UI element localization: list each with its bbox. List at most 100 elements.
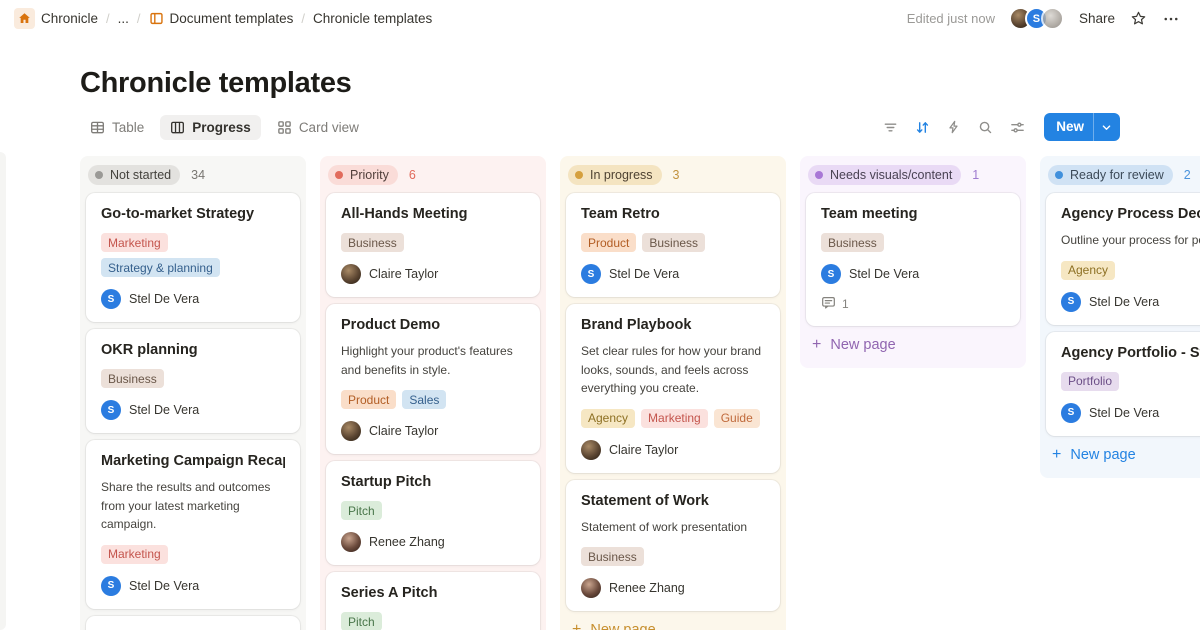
card-team-retro[interactable]: Team RetroProductBusinessSStel De Vera — [566, 193, 780, 297]
assignee-name: Claire Taylor — [369, 424, 438, 438]
plus-icon: + — [812, 337, 821, 353]
tab-card-view[interactable]: Card view — [267, 115, 369, 140]
search-icon[interactable] — [978, 120, 993, 135]
card-tags: Agency — [1061, 261, 1200, 280]
partial-column-edge — [0, 152, 6, 630]
column-header: Needs visuals/content1 — [806, 161, 1020, 193]
card-assignee: SStel De Vera — [1061, 292, 1200, 312]
member-avatars[interactable]: S — [1010, 7, 1064, 30]
column-status-pill[interactable]: Not started — [88, 165, 180, 185]
column-status-label: Not started — [110, 168, 171, 182]
assignee-name: Stel De Vera — [129, 403, 199, 417]
avatar: S — [101, 400, 121, 420]
card-title: Go-to-market Strategy — [101, 206, 285, 222]
board-icon — [170, 120, 185, 135]
new-page-button[interactable]: + New page — [806, 326, 1020, 362]
more-options-icon[interactable] — [1162, 10, 1180, 28]
card-statement-of-work[interactable]: Statement of Work Statement of work prese… — [566, 480, 780, 612]
automation-bolt-icon[interactable] — [947, 120, 961, 134]
new-page-button[interactable]: +New page — [1046, 436, 1200, 472]
tab-table[interactable]: Table — [80, 115, 154, 140]
card-agency-process-deck[interactable]: Agency Process DeckOutline your process … — [1046, 193, 1200, 325]
tag-business: Business — [642, 233, 705, 252]
table-icon — [90, 120, 105, 135]
card-title: Statement of Work — [581, 493, 765, 509]
card-okr-planning[interactable]: OKR planning Business S Stel De Vera — [86, 329, 300, 433]
sort-icon[interactable] — [915, 120, 930, 135]
column-cards: Team RetroProductBusinessSStel De VeraBr… — [566, 193, 780, 611]
card-title: Agency Portfolio - Studio — [1061, 345, 1200, 361]
column-cards: Team meetingBusinessSStel De Vera1 — [806, 193, 1020, 326]
card-title: Team Retro — [581, 206, 765, 222]
tag-agency: Agency — [1061, 261, 1115, 280]
card-title: Startup Pitch — [341, 474, 525, 490]
card-brand-playbook[interactable]: Brand PlaybookSet clear rules for how yo… — [566, 304, 780, 473]
view-tabs: Table Progress Card view — [80, 115, 369, 140]
card-assignee: SStel De Vera — [821, 264, 1005, 284]
card-comments: 1 — [821, 295, 1005, 313]
card-tags: Pitch — [341, 501, 525, 520]
card-project-review[interactable]: Project ReviewBusinessProductSStel De Ve… — [86, 616, 300, 630]
card-tags: Portfolio — [1061, 372, 1200, 391]
card-title: OKR planning — [101, 342, 285, 358]
breadcrumb-label: Chronicle — [41, 11, 98, 26]
kanban-board: Not started34Go-to-market StrategyMarket… — [80, 156, 1200, 630]
tag-product: Product — [581, 233, 636, 252]
avatar: S — [581, 264, 601, 284]
new-button[interactable]: New — [1044, 113, 1120, 141]
card-team-meeting[interactable]: Team meetingBusinessSStel De Vera1 — [806, 193, 1020, 326]
card-go-to-market-strategy[interactable]: Go-to-market StrategyMarketingStrategy &… — [86, 193, 300, 322]
tag-marketing: Marketing — [101, 545, 168, 564]
chevron-down-icon[interactable] — [1093, 113, 1120, 141]
new-page-label: New page — [590, 622, 655, 630]
tag-agency: Agency — [581, 409, 635, 428]
card-all-hands-meeting[interactable]: All-Hands MeetingBusinessClaire Taylor — [326, 193, 540, 297]
card-assignee: SStel De Vera — [101, 289, 285, 309]
filter-icon[interactable] — [883, 120, 898, 135]
breadcrumb-item-workspace[interactable]: Chronicle — [14, 8, 98, 29]
view-settings-icon[interactable] — [1010, 120, 1025, 135]
column-status-pill[interactable]: Needs visuals/content — [808, 165, 961, 185]
breadcrumb-item-ellipsis[interactable]: ... — [118, 11, 129, 26]
board-column-priority: Priority 6 All-Hands MeetingBusinessClaire… — [320, 156, 546, 630]
favorite-star-icon[interactable] — [1130, 10, 1147, 27]
column-count: 2 — [1184, 168, 1191, 182]
breadcrumb-label: Chronicle templates — [313, 11, 432, 26]
card-title: Product Demo — [341, 317, 525, 333]
card-description: Highlight your product's features and be… — [341, 342, 525, 379]
avatar: S — [821, 264, 841, 284]
card-assignee: Renee Zhang — [341, 532, 525, 552]
card-assignee: Claire Taylor — [341, 421, 525, 441]
topbar-right: Edited just now S Share — [907, 7, 1180, 30]
breadcrumb-item-document-templates[interactable]: Document templates — [149, 11, 294, 26]
card-marketing-campaign-recap[interactable]: Marketing Campaign RecapShare the result… — [86, 440, 300, 609]
avatar — [581, 440, 601, 460]
new-page-button[interactable]: + New page — [566, 611, 780, 630]
view-toolbar: New — [883, 113, 1120, 141]
card-description: Statement of work presentation — [581, 518, 765, 537]
tab-progress[interactable]: Progress — [160, 115, 261, 140]
tag-business: Business — [581, 547, 644, 566]
card-assignee: SStel De Vera — [101, 576, 285, 596]
column-count: 6 — [409, 168, 416, 182]
card-startup-pitch[interactable]: Startup Pitch Pitch Renee Zhang — [326, 461, 540, 565]
plus-icon: + — [572, 622, 581, 630]
share-button[interactable]: Share — [1079, 11, 1115, 26]
column-status-pill[interactable]: Priority — [328, 165, 398, 185]
column-status-pill[interactable]: In progress — [568, 165, 662, 185]
card-agency-portfolio-studio[interactable]: Agency Portfolio - StudioPortfolioSStel … — [1046, 332, 1200, 436]
new-page-label: New page — [830, 337, 895, 353]
card-tags: Business — [101, 369, 285, 388]
column-status-label: In progress — [590, 168, 653, 182]
card-title: All-Hands Meeting — [341, 206, 525, 222]
tag-strategy-planning: Strategy & planning — [101, 258, 220, 277]
tag-product: Product — [341, 390, 396, 409]
tag-business: Business — [821, 233, 884, 252]
column-cards: All-Hands MeetingBusinessClaire TaylorPr… — [326, 193, 540, 630]
card-series-a-pitch[interactable]: Series A PitchPitchRenee Zhang — [326, 572, 540, 630]
card-description: Set clear rules for how your brand looks… — [581, 342, 765, 398]
topbar: Chronicle / ... / Document templates / C… — [0, 0, 1200, 37]
column-status-pill[interactable]: Ready for review — [1048, 165, 1173, 185]
card-product-demo[interactable]: Product Demo Highlight your product's fea… — [326, 304, 540, 454]
breadcrumb-item-current[interactable]: Chronicle templates — [313, 11, 432, 26]
